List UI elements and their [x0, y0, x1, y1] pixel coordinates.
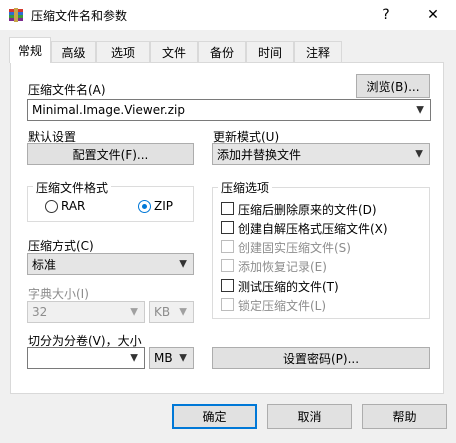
tab-time[interactable]: 时间: [246, 41, 294, 62]
set-password-label: 设置密码(P)...: [282, 351, 360, 366]
archive-format-legend: 压缩文件格式: [33, 179, 112, 196]
chevron-down-icon: ▼: [130, 306, 138, 318]
rar-radio-label[interactable]: RAR: [61, 199, 85, 213]
create-solid-checkbox: [221, 240, 234, 253]
dictionary-unit-value: KB: [154, 305, 171, 319]
chevron-down-icon[interactable]: ▼: [415, 149, 423, 160]
ok-button[interactable]: 确定: [172, 404, 257, 429]
chevron-down-icon[interactable]: ▼: [130, 353, 138, 364]
ok-button-label: 确定: [202, 410, 227, 424]
help-title-button[interactable]: ?: [363, 0, 409, 30]
tab-general[interactable]: 常规: [9, 37, 51, 63]
dictionary-size-select: 32 ▼: [27, 301, 145, 323]
winrar-app-icon: [9, 8, 23, 22]
delete-after-archiving-checkbox[interactable]: [221, 202, 234, 215]
archiving-options-legend: 压缩选项: [218, 179, 273, 196]
profiles-button-label: 配置文件(F)...: [72, 147, 149, 162]
tab-label: 注释: [305, 45, 330, 60]
cancel-button[interactable]: 取消: [267, 404, 352, 429]
tab-backup[interactable]: 备份: [198, 41, 246, 62]
set-password-button[interactable]: 设置密码(P)...: [212, 347, 430, 369]
rar-radio[interactable]: [45, 200, 58, 213]
create-sfx-label[interactable]: 创建自解压格式压缩文件(X): [238, 220, 388, 237]
help-button-label: 帮助: [392, 410, 417, 424]
create-sfx-checkbox[interactable]: [221, 221, 234, 234]
split-unit-value: MB: [154, 351, 173, 365]
tab-comment[interactable]: 注释: [294, 41, 342, 62]
lock-archive-label: 锁定压缩文件(L): [238, 299, 327, 313]
archive-name-combo[interactable]: Minimal.Image.Viewer.zip ▼: [27, 99, 431, 121]
compression-method-label: 压缩方式(C): [28, 239, 94, 253]
profiles-button[interactable]: 配置文件(F)...: [27, 143, 194, 165]
zip-radio-label[interactable]: ZIP: [154, 199, 173, 213]
compression-method-value: 标准: [32, 257, 57, 272]
tab-label: 文件: [161, 45, 186, 60]
dictionary-size-label: 字典大小(I): [28, 287, 89, 301]
add-recovery-record-label: 添加恢复记录(E): [238, 260, 327, 274]
chevron-down-icon[interactable]: ▼: [179, 259, 187, 270]
chevron-down-icon[interactable]: ▼: [179, 353, 187, 364]
tab-label: 常规: [17, 44, 42, 58]
browse-button-label: 浏览(B)...: [366, 79, 420, 94]
tab-options[interactable]: 选项: [96, 41, 150, 62]
tab-advanced[interactable]: 高级: [51, 41, 96, 62]
tab-label: 选项: [110, 45, 135, 60]
tab-label: 备份: [209, 45, 234, 60]
zip-radio[interactable]: [138, 200, 151, 213]
archive-name-value: Minimal.Image.Viewer.zip: [32, 103, 185, 117]
dictionary-unit-select: KB ▼: [149, 301, 194, 323]
cancel-button-label: 取消: [297, 410, 322, 424]
chevron-down-icon: ▼: [179, 306, 187, 318]
create-solid-label: 创建固实压缩文件(S): [238, 241, 351, 255]
split-unit-select[interactable]: MB ▼: [149, 347, 194, 369]
update-mode-value: 添加并替换文件: [217, 147, 302, 162]
test-archived-files-label[interactable]: 测试压缩的文件(T): [238, 278, 339, 295]
split-size-combo[interactable]: ▼: [27, 347, 145, 369]
lock-archive-checkbox: [221, 298, 234, 311]
help-glyph: ?: [382, 7, 390, 23]
add-recovery-record-checkbox: [221, 259, 234, 272]
close-window-button[interactable]: ✕: [410, 0, 456, 30]
compression-method-select[interactable]: 标准 ▼: [27, 253, 194, 275]
close-icon: ✕: [427, 7, 439, 23]
test-archived-files-checkbox[interactable]: [221, 279, 234, 292]
update-mode-select[interactable]: 添加并替换文件 ▼: [212, 143, 430, 165]
tab-label: 高级: [61, 45, 86, 60]
window-title: 压缩文件名和参数: [31, 9, 128, 23]
tab-files[interactable]: 文件: [150, 41, 198, 62]
browse-button[interactable]: 浏览(B)...: [356, 74, 430, 98]
tab-label: 时间: [257, 45, 282, 60]
help-button[interactable]: 帮助: [362, 404, 447, 429]
archive-name-label: 压缩文件名(A): [28, 83, 106, 97]
delete-after-archiving-label[interactable]: 压缩后删除原来的文件(D): [238, 201, 377, 218]
chevron-down-icon[interactable]: ▼: [416, 105, 424, 116]
dictionary-size-value: 32: [32, 305, 48, 319]
